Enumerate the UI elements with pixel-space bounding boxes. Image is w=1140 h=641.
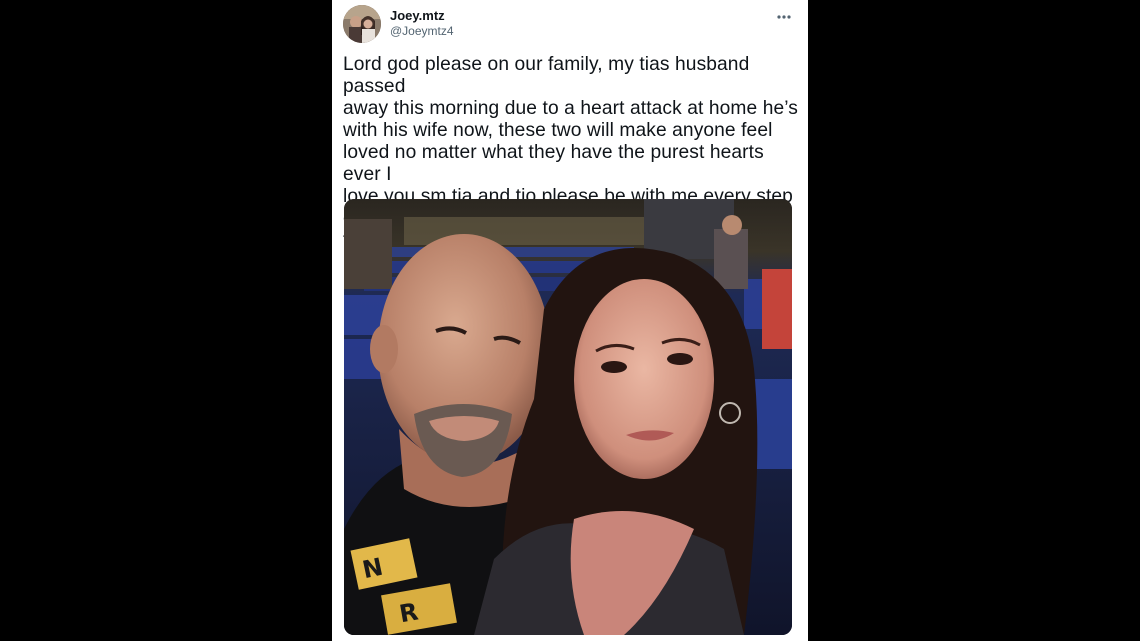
tweet-header: Joey.mtz @Joeymtz4 — [343, 5, 797, 45]
author-names: Joey.mtz @Joeymtz4 — [390, 8, 454, 39]
screen: Joey.mtz @Joeymtz4 Lord god please on ou… — [0, 0, 1140, 641]
author-handle[interactable]: @Joeymtz4 — [390, 23, 454, 39]
tweet-photo[interactable]: N R — [344, 199, 792, 635]
more-options-button[interactable] — [771, 7, 797, 27]
author-display-name[interactable]: Joey.mtz — [390, 8, 454, 23]
couple-selfie-image: N R — [344, 199, 792, 635]
more-horizontal-icon — [777, 15, 791, 19]
author-avatar[interactable] — [343, 5, 381, 43]
tweet-card: Joey.mtz @Joeymtz4 Lord god please on ou… — [332, 0, 808, 641]
avatar-photo-icon — [343, 5, 381, 43]
